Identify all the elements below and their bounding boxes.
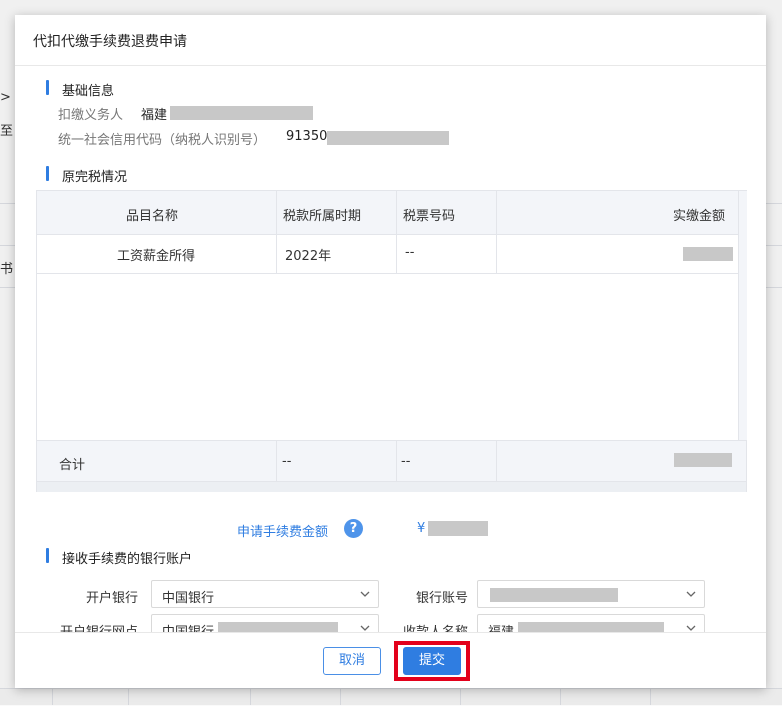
section-title-tax-status: 原完税情况: [45, 166, 127, 185]
chevron-down-icon: [360, 625, 370, 631]
column-header: 实缴金额: [673, 209, 726, 224]
redacted-block: [428, 521, 488, 536]
account-label: 银行账号: [415, 591, 468, 606]
section-title-basic-info: 基础信息: [45, 80, 114, 99]
cancel-button[interactable]: 取消: [323, 647, 381, 675]
cell-ticket: --: [405, 245, 415, 260]
dialog-header: 代扣代缴手续费退费申请: [15, 15, 766, 66]
dialog-body: 基础信息 扣缴义务人 福建 统一社会信用代码（纳税人识别号） 91350 原完税…: [15, 66, 750, 632]
total-label: 合计: [59, 458, 86, 473]
dialog-scrollbar[interactable]: [750, 66, 766, 632]
tax-table: 品目名称 税款所属时期 税票号码 实缴金额 工资薪金所得 2022年 -- 合计…: [36, 190, 747, 492]
table-row[interactable]: 工资薪金所得 2022年 --: [37, 234, 746, 274]
dialog-footer: 取消 提交: [15, 632, 766, 689]
total-period: --: [282, 454, 292, 469]
column-divider: [396, 191, 397, 273]
payee-select-value: 福建: [488, 621, 514, 632]
branch-select-value: 中国银行: [162, 621, 214, 632]
column-header: 品目名称: [126, 209, 179, 224]
payee-select[interactable]: 福建: [477, 614, 705, 632]
redacted-block: [674, 453, 732, 467]
redacted-block: [518, 622, 664, 632]
column-header: 税款所属时期: [283, 209, 362, 224]
cell-period: 2022年: [285, 249, 332, 264]
credit-code-value: 91350: [286, 129, 328, 144]
column-divider: [496, 191, 497, 273]
bank-select[interactable]: 中国银行: [151, 580, 379, 608]
redacted-block: [170, 106, 313, 120]
column-header: 税票号码: [403, 209, 456, 224]
submit-highlight-box: [394, 641, 470, 681]
dialog-title: 代扣代缴手续费退费申请: [33, 34, 187, 50]
column-divider: [496, 441, 497, 482]
cell-item: 工资薪金所得: [117, 249, 196, 264]
fee-amount-label: 申请手续费金额: [237, 525, 329, 540]
redacted-block: [683, 247, 733, 261]
chevron-down-icon: [360, 591, 370, 597]
bank-select-value: 中国银行: [162, 591, 215, 606]
section-title-bank-account: 接收手续费的银行账户: [45, 548, 192, 567]
redacted-block: [218, 622, 338, 632]
help-icon[interactable]: ?: [344, 519, 363, 538]
payee-label: 收款人名称: [378, 621, 468, 632]
redacted-block: [327, 131, 449, 145]
fee-amount-value: ¥: [417, 521, 426, 536]
chevron-down-icon: [686, 591, 696, 597]
redacted-block: [490, 588, 618, 602]
total-ticket: --: [401, 454, 411, 469]
chevron-down-icon: [686, 625, 696, 631]
column-divider: [276, 191, 277, 273]
branch-label: 开户银行网点: [48, 621, 138, 632]
bank-label: 开户银行: [85, 591, 138, 606]
branch-select[interactable]: 中国银行: [151, 614, 379, 632]
credit-code-label: 统一社会信用代码（纳税人识别号）: [58, 133, 267, 148]
table-header-row: 品目名称 税款所属时期 税票号码 实缴金额: [37, 191, 746, 235]
column-divider: [276, 441, 277, 482]
column-divider: [396, 441, 397, 482]
withholder-value: 福建: [141, 108, 168, 123]
table-total-row: 合计 -- --: [37, 440, 746, 482]
withholder-label: 扣缴义务人: [58, 108, 124, 123]
refund-application-dialog: 代扣代缴手续费退费申请 基础信息 扣缴义务人 福建 统一社会信用代码（纳税人识别…: [15, 15, 766, 688]
table-horizontal-scrollbar[interactable]: [37, 481, 746, 492]
account-select[interactable]: [477, 580, 705, 608]
table-vertical-scrollbar[interactable]: [738, 191, 747, 440]
